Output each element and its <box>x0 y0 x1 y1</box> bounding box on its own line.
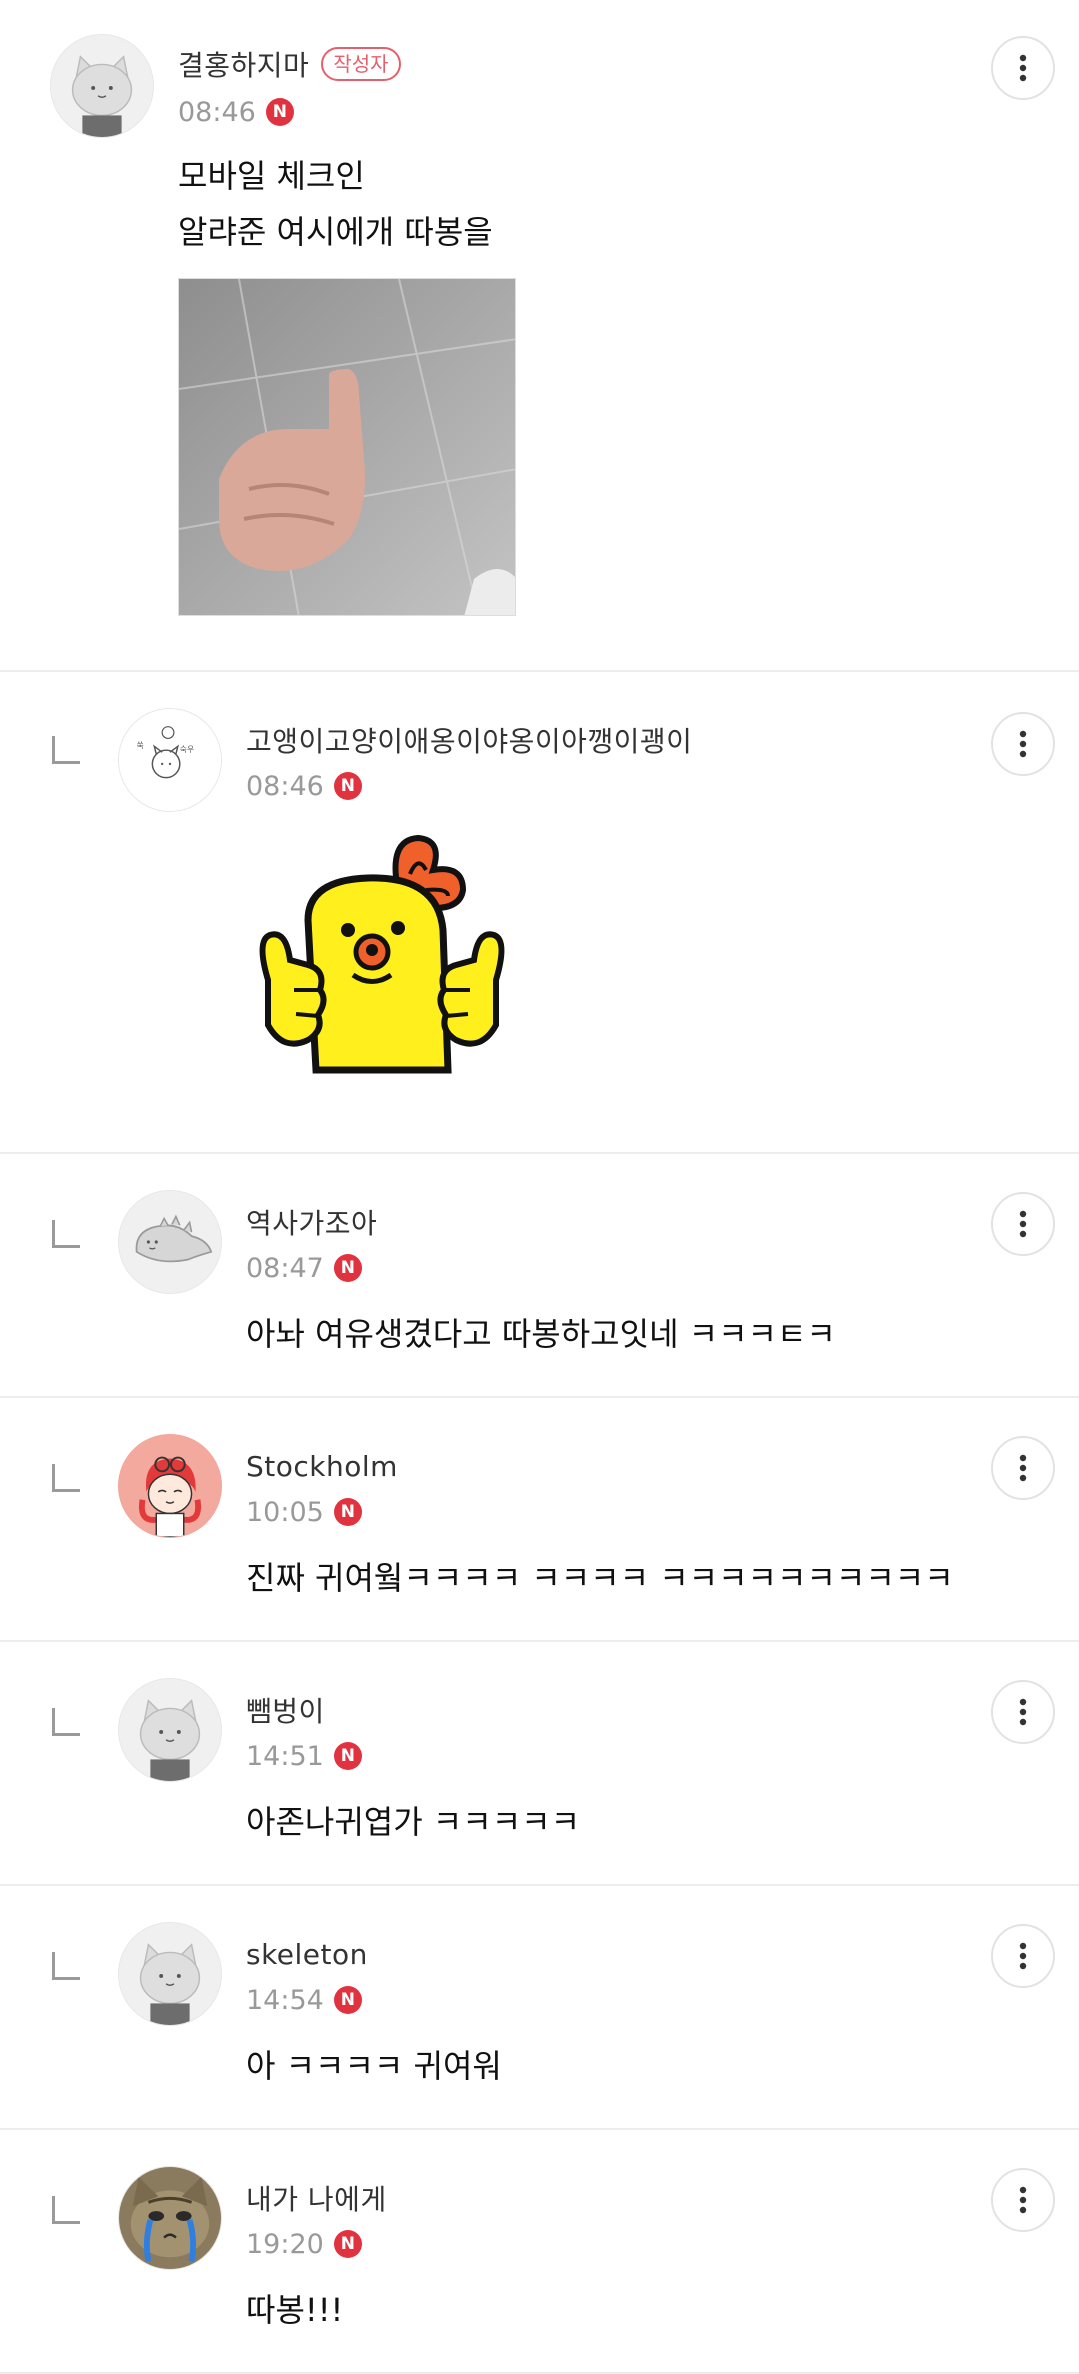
author-row: Stockholm <box>246 1446 398 1486</box>
more-vertical-icon <box>1019 1454 1027 1482</box>
meta-row: 08:46 N <box>246 768 362 804</box>
more-button[interactable] <box>991 1924 1055 1988</box>
crying-cat-photo-avatar-icon <box>119 2167 221 2269</box>
author-name[interactable]: skeleton <box>246 1938 368 1971</box>
comment-time: 14:51 <box>246 1740 324 1772</box>
more-button[interactable] <box>991 36 1055 100</box>
comment-item: 쑥 숙우 고앵이고양이애옹이야옹이아깽이괭이 08:46 N <box>0 672 1079 1154</box>
comment-item: skeleton 14:54 N 아 ㅋㅋㅋㅋ 귀여워 <box>0 1886 1079 2130</box>
svg-text:쑥: 쑥 <box>137 741 144 750</box>
comment-time: 10:05 <box>246 1496 324 1528</box>
more-vertical-icon <box>1019 2186 1027 2214</box>
new-badge: N <box>333 1254 362 1282</box>
comment-time: 19:20 <box>246 2228 324 2260</box>
meta-row: 14:54 N <box>246 1982 362 2018</box>
reply-indent-icon <box>52 1220 80 1248</box>
attached-photo[interactable] <box>178 278 516 616</box>
comment-time: 08:46 <box>246 770 324 802</box>
writer-badge: 작성자 <box>321 47 401 81</box>
author-row: 결홍하지마 작성자 <box>178 44 401 84</box>
comment-time: 14:54 <box>246 1984 324 2016</box>
more-button[interactable] <box>991 2168 1055 2232</box>
new-badge: N <box>333 772 362 800</box>
chick-thumbs-up-sticker[interactable] <box>248 830 516 1090</box>
author-name[interactable]: 고앵이고양이애옹이야옹이아깽이괭이 <box>246 720 692 760</box>
avatar[interactable] <box>50 34 154 138</box>
author-name[interactable]: Stockholm <box>246 1450 398 1483</box>
author-row: 고앵이고양이애옹이야옹이아깽이괭이 <box>246 720 692 760</box>
comment-text: 아 ㅋㅋㅋㅋ 귀여워 <box>246 2047 502 2085</box>
reply-indent-icon <box>52 2196 80 2224</box>
comment-time: 08:46 <box>178 96 256 128</box>
comment-text: 아놔 여유생겼다고 따봉하고잇네 ㅋㅋㅋㅌㅋ <box>246 1315 836 1353</box>
avatar[interactable]: 쑥 숙우 <box>118 708 222 812</box>
new-badge: N <box>265 98 294 126</box>
reply-indent-icon <box>52 1464 80 1492</box>
comment-item: 역사가조아 08:47 N 아놔 여유생겼다고 따봉하고잇네 ㅋㅋㅋㅌㅋ <box>0 1154 1079 1398</box>
comment-time: 08:47 <box>246 1252 324 1284</box>
avatar[interactable] <box>118 2166 222 2270</box>
meta-row: 08:47 N <box>246 1250 362 1286</box>
meta-row: 14:51 N <box>246 1738 362 1774</box>
avatar[interactable] <box>118 1434 222 1538</box>
meta-row: 08:46 N <box>178 94 294 130</box>
avatar[interactable] <box>118 1190 222 1294</box>
new-badge: N <box>333 1742 362 1770</box>
more-button[interactable] <box>991 712 1055 776</box>
reply-indent-icon <box>52 736 80 764</box>
reply-indent-icon <box>52 1952 80 1980</box>
comment-item: 결홍하지마 작성자 08:46 N 모바일 체크인 알랴준 여시에개 따봉을 <box>0 0 1079 672</box>
author-row: skeleton <box>246 1934 368 1974</box>
author-name[interactable]: 내가 나에게 <box>246 2178 387 2218</box>
comment-item: Stockholm 10:05 N 진짜 귀여웤ㅋㅋㅋㅋ ㅋㅋㅋㅋ ㅋㅋㅋㅋㅋㅋ… <box>0 1398 1079 1642</box>
more-vertical-icon <box>1019 1210 1027 1238</box>
avatar[interactable] <box>118 1678 222 1782</box>
author-row: 뺌벙이 <box>246 1690 325 1730</box>
more-vertical-icon <box>1019 1698 1027 1726</box>
doodle-cat-avatar-icon: 쑥 숙우 <box>119 709 221 811</box>
comment-text: 진짜 귀여웤ㅋㅋㅋㅋ ㅋㅋㅋㅋ ㅋㅋㅋㅋㅋㅋㅋㅋㅋㅋ <box>246 1559 954 1597</box>
cartoon-girl-avatar-icon <box>119 1435 221 1537</box>
meta-row: 19:20 N <box>246 2226 362 2262</box>
new-badge: N <box>333 1498 362 1526</box>
new-badge: N <box>333 2230 362 2258</box>
default-cat-avatar-icon <box>119 1679 221 1781</box>
more-vertical-icon <box>1019 1942 1027 1970</box>
comment-text: 모바일 체크인 알랴준 여시에개 따봉을 <box>178 157 493 251</box>
comment-text: 따봉!!! <box>246 2291 344 2329</box>
author-name[interactable]: 역사가조아 <box>246 1202 377 1242</box>
comment-text: 아존나귀엽가 ㅋㅋㅋㅋㅋ <box>246 1803 581 1841</box>
meta-row: 10:05 N <box>246 1494 362 1530</box>
more-button[interactable] <box>991 1436 1055 1500</box>
comment-item: 뺌벙이 14:51 N 아존나귀엽가 ㅋㅋㅋㅋㅋ <box>0 1642 1079 1886</box>
more-vertical-icon <box>1019 54 1027 82</box>
more-button[interactable] <box>991 1680 1055 1744</box>
author-name[interactable]: 결홍하지마 <box>178 44 309 84</box>
comment-item: 내가 나에게 19:20 N 따봉!!! <box>0 2130 1079 2374</box>
author-name[interactable]: 뺌벙이 <box>246 1690 325 1730</box>
default-cat-avatar-icon <box>51 35 153 137</box>
default-cat-avatar-icon <box>119 1923 221 2025</box>
more-vertical-icon <box>1019 730 1027 758</box>
new-badge: N <box>333 1986 362 2014</box>
avatar[interactable] <box>118 1922 222 2026</box>
thumbs-up-photo <box>179 279 515 615</box>
dinosaur-avatar-icon <box>119 1191 221 1293</box>
more-button[interactable] <box>991 1192 1055 1256</box>
svg-text:숙우: 숙우 <box>180 745 194 754</box>
author-row: 역사가조아 <box>246 1202 377 1242</box>
reply-indent-icon <box>52 1708 80 1736</box>
author-row: 내가 나에게 <box>246 2178 387 2218</box>
